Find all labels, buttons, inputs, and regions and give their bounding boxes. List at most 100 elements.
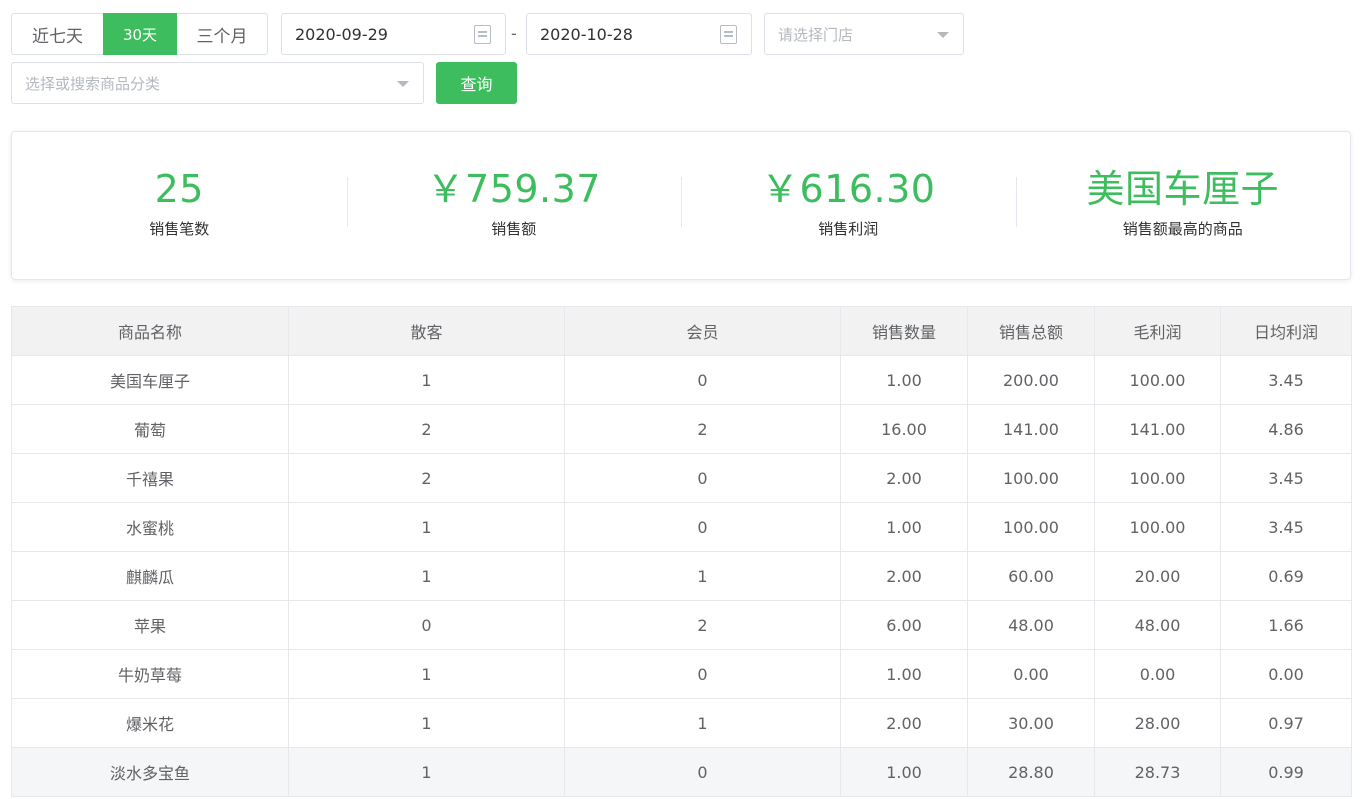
table-cell: 2.00 <box>840 551 968 601</box>
table-row[interactable]: 淡水多宝鱼 1 0 1.00 28.80 28.73 0.99 <box>11 747 1352 797</box>
table-header-row: 商品名称 散客 会员 销售数量 销售总额 毛利润 日均利润 <box>11 306 1352 356</box>
table-cell: 1 <box>288 355 565 405</box>
category-select[interactable]: 选择或搜索商品分类 <box>11 62 424 104</box>
end-date-input[interactable]: 2020-10-28 <box>526 13 752 55</box>
column-header: 商品名称 <box>11 306 289 356</box>
table-cell: 28.73 <box>1094 747 1221 797</box>
table-cell: 1 <box>288 551 565 601</box>
column-header: 毛利润 <box>1094 306 1221 356</box>
summary-panel: 25 销售笔数 ￥759.37 销售额 ￥616.30 销售利润 美国车厘子 销… <box>11 131 1351 280</box>
table-cell: 美国车厘子 <box>11 355 289 405</box>
table-cell: 3.45 <box>1220 502 1352 552</box>
table-cell: 1 <box>564 698 841 748</box>
table-cell: 28.80 <box>967 747 1095 797</box>
table-cell: 48.00 <box>967 600 1095 650</box>
stat-sales-amount: ￥759.37 销售额 <box>346 132 682 279</box>
stat-top-product: 美国车厘子 销售额最高的商品 <box>1015 132 1351 279</box>
query-button[interactable]: 查询 <box>436 62 517 104</box>
table-body: 美国车厘子 1 0 1.00 200.00 100.00 3.45 葡萄 2 2 16.00 141.… <box>11 355 1352 797</box>
table-cell: 0 <box>288 600 565 650</box>
table-row[interactable]: 美国车厘子 1 0 1.00 200.00 100.00 3.45 <box>11 355 1352 405</box>
table-cell: 爆米花 <box>11 698 289 748</box>
table-cell: 0 <box>564 453 841 503</box>
stat-sales-profit: ￥616.30 销售利润 <box>681 132 1016 279</box>
table-row[interactable]: 千禧果 2 0 2.00 100.00 100.00 3.45 <box>11 453 1352 503</box>
range-30-days-button[interactable]: 30天 <box>103 13 177 55</box>
table-cell: 0.97 <box>1220 698 1352 748</box>
table-cell: 2 <box>288 404 565 454</box>
table-cell: 4.86 <box>1220 404 1352 454</box>
stat-label: 销售额最高的商品 <box>1122 220 1243 238</box>
quick-range-group: 近七天 30天 三个月 <box>11 13 268 55</box>
start-date-input[interactable]: 2020-09-29 <box>281 13 506 55</box>
table-cell: 16.00 <box>840 404 968 454</box>
table-row[interactable]: 葡萄 2 2 16.00 141.00 141.00 4.86 <box>11 404 1352 454</box>
table-cell: 麒麟瓜 <box>11 551 289 601</box>
table-cell: 0 <box>564 355 841 405</box>
table-row[interactable]: 麒麟瓜 1 1 2.00 60.00 20.00 0.69 <box>11 551 1352 601</box>
store-select[interactable]: 请选择门店 <box>764 13 964 55</box>
table-cell: 1 <box>564 551 841 601</box>
stat-value: 美国车厘子 <box>1086 167 1279 211</box>
column-header: 销售总额 <box>967 306 1095 356</box>
table-cell: 淡水多宝鱼 <box>11 747 289 797</box>
table-cell: 千禧果 <box>11 453 289 503</box>
calendar-icon <box>474 25 491 44</box>
chevron-down-icon <box>937 32 949 38</box>
range-7-days-button[interactable]: 近七天 <box>11 13 104 55</box>
column-header: 日均利润 <box>1220 306 1352 356</box>
stat-label: 销售利润 <box>818 220 879 238</box>
table-cell: 28.00 <box>1094 698 1221 748</box>
table-cell: 1.66 <box>1220 600 1352 650</box>
stat-sales-count: 25 销售笔数 <box>12 132 347 279</box>
table-cell: 141.00 <box>1094 404 1221 454</box>
table-row[interactable]: 牛奶草莓 1 0 1.00 0.00 0.00 0.00 <box>11 649 1352 699</box>
table-cell: 1 <box>288 747 565 797</box>
table-cell: 0 <box>564 502 841 552</box>
table-cell: 葡萄 <box>11 404 289 454</box>
table-cell: 100.00 <box>1094 453 1221 503</box>
store-select-placeholder: 请选择门店 <box>778 25 854 44</box>
table-cell: 100.00 <box>967 453 1095 503</box>
table-cell: 1 <box>288 502 565 552</box>
column-header: 散客 <box>288 306 565 356</box>
table-cell: 1 <box>288 698 565 748</box>
table-cell: 2 <box>288 453 565 503</box>
range-3-months-button[interactable]: 三个月 <box>176 13 268 55</box>
table-row[interactable]: 爆米花 1 1 2.00 30.00 28.00 0.97 <box>11 698 1352 748</box>
table-cell: 水蜜桃 <box>11 502 289 552</box>
table-cell: 牛奶草莓 <box>11 649 289 699</box>
table-cell: 20.00 <box>1094 551 1221 601</box>
table-cell: 2 <box>564 600 841 650</box>
sales-table: 商品名称 散客 会员 销售数量 销售总额 毛利润 日均利润 美国车厘子 1 0 1.0… <box>11 306 1352 797</box>
calendar-icon <box>720 25 737 44</box>
date-separator: - <box>511 24 517 43</box>
table-cell: 0 <box>564 649 841 699</box>
table-cell: 0.69 <box>1220 551 1352 601</box>
table-cell: 30.00 <box>967 698 1095 748</box>
table-cell: 48.00 <box>1094 600 1221 650</box>
table-cell: 2.00 <box>840 453 968 503</box>
stat-value: 25 <box>154 167 204 211</box>
table-cell: 苹果 <box>11 600 289 650</box>
table-cell: 1.00 <box>840 355 968 405</box>
chevron-down-icon <box>397 81 409 87</box>
table-cell: 0 <box>564 747 841 797</box>
table-cell: 6.00 <box>840 600 968 650</box>
table-row[interactable]: 水蜜桃 1 0 1.00 100.00 100.00 3.45 <box>11 502 1352 552</box>
stat-value: ￥616.30 <box>761 167 936 211</box>
table-row[interactable]: 苹果 0 2 6.00 48.00 48.00 1.66 <box>11 600 1352 650</box>
table-cell: 100.00 <box>1094 502 1221 552</box>
table-cell: 200.00 <box>967 355 1095 405</box>
table-cell: 1.00 <box>840 502 968 552</box>
table-cell: 1.00 <box>840 747 968 797</box>
table-cell: 0.00 <box>1094 649 1221 699</box>
sales-table-container: 商品名称 散客 会员 销售数量 销售总额 毛利润 日均利润 美国车厘子 1 0 1.0… <box>11 306 1352 797</box>
table-cell: 2.00 <box>840 698 968 748</box>
table-cell: 0.00 <box>1220 649 1352 699</box>
table-cell: 3.45 <box>1220 453 1352 503</box>
table-cell: 60.00 <box>967 551 1095 601</box>
table-cell: 3.45 <box>1220 355 1352 405</box>
column-header: 会员 <box>564 306 841 356</box>
table-cell: 0.99 <box>1220 747 1352 797</box>
